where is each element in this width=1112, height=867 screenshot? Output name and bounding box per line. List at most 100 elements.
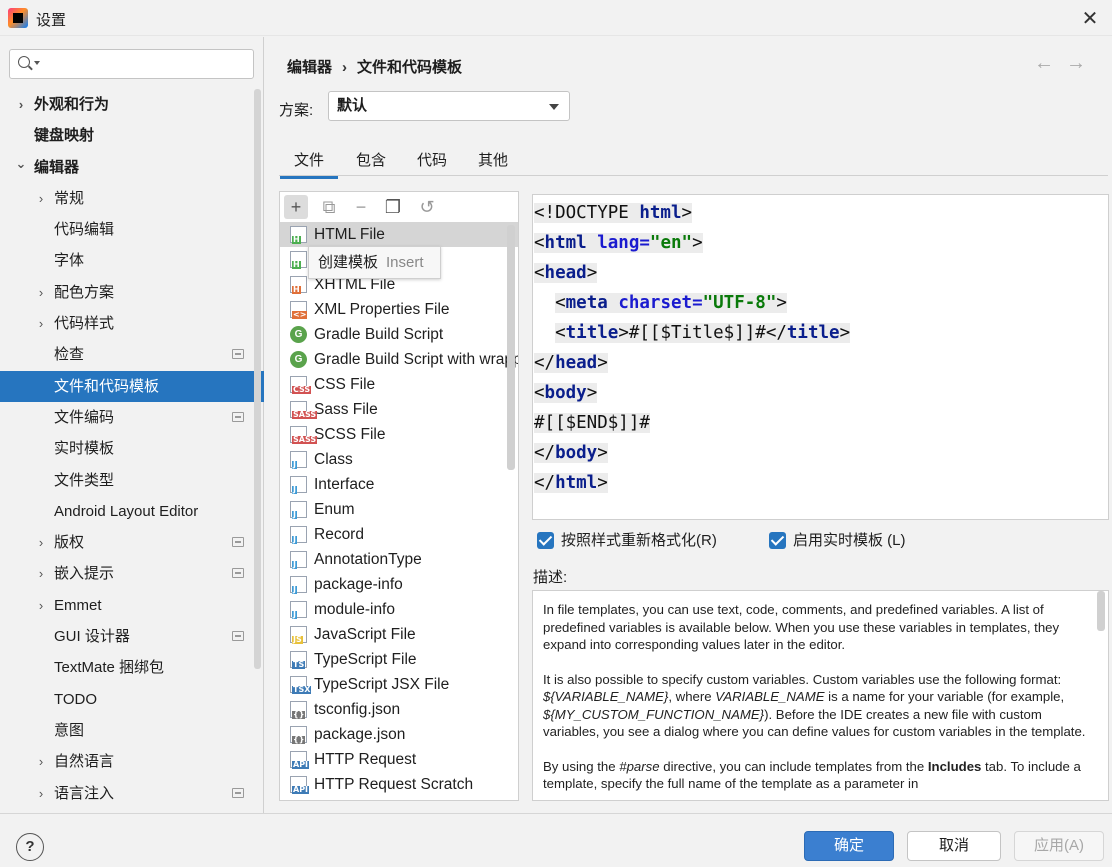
sidebar-item[interactable]: 代码编辑 xyxy=(0,214,264,245)
template-list-item[interactable]: API HTTP Request Scratch xyxy=(280,772,518,797)
sidebar-item[interactable]: 文件类型 xyxy=(0,465,264,496)
sidebar-item[interactable]: 字体 xyxy=(0,245,264,276)
template-list-item[interactable]: {} package.json xyxy=(280,722,518,747)
file-type-icon: H xyxy=(290,226,307,244)
code-token: < xyxy=(555,323,566,343)
template-list-item[interactable]: <> XML Properties File xyxy=(280,297,518,322)
add-template-button[interactable]: + xyxy=(284,195,308,219)
back-arrow-icon[interactable]: ← xyxy=(1034,52,1066,74)
checkbox-checked-icon[interactable] xyxy=(769,532,786,549)
tab-other[interactable]: 其他 xyxy=(478,149,508,170)
template-list-item[interactable]: G Gradle Build Script xyxy=(280,322,518,347)
sidebar-item[interactable]: › 常规 xyxy=(0,183,264,214)
sidebar-item[interactable]: TODO xyxy=(0,684,264,715)
project-scope-icon xyxy=(232,568,244,579)
code-token: </ xyxy=(534,353,556,373)
code-token: >#[[$Title$]]#</ xyxy=(618,323,787,343)
sidebar-item[interactable]: › 语言注入 xyxy=(0,778,264,809)
search-input[interactable] xyxy=(9,49,254,79)
chevron-right-icon[interactable]: › xyxy=(34,558,48,589)
reformat-checkbox[interactable]: 按照样式重新格式化(R) xyxy=(533,531,717,551)
project-scope-icon xyxy=(232,631,244,642)
sidebar-item[interactable]: › 配色方案 xyxy=(0,277,264,308)
copy-template-button[interactable]: ❐ xyxy=(381,195,405,219)
template-list-item[interactable]: J AnnotationType xyxy=(280,547,518,572)
template-list-item[interactable]: Jpackage-info xyxy=(280,572,518,597)
sidebar-item-label: 键盘映射 xyxy=(34,127,95,145)
template-name: TypeScript File xyxy=(314,651,417,668)
chevron-right-icon[interactable]: › xyxy=(34,277,48,308)
code-line: <meta charset="UTF-8"> xyxy=(533,288,1108,318)
template-list-scrollbar[interactable] xyxy=(507,225,515,470)
template-name: module-info xyxy=(314,601,395,618)
template-list-item[interactable]: Jmodule-info xyxy=(280,597,518,622)
sidebar-item[interactable]: 文件和代码模板 xyxy=(0,370,264,402)
sidebar-item[interactable]: › 版权 xyxy=(0,527,264,558)
forward-arrow-icon[interactable]: → xyxy=(1066,52,1098,74)
chevron-right-icon[interactable]: › xyxy=(34,183,48,214)
sidebar-item-label: 语言注入 xyxy=(54,784,115,802)
sidebar-item[interactable]: 检查 xyxy=(0,339,264,370)
chevron-right-icon[interactable]: › xyxy=(34,308,48,339)
breadcrumb-parent[interactable]: 编辑器 xyxy=(287,59,332,76)
cancel-button[interactable]: 取消 xyxy=(907,831,1001,861)
remove-template-button[interactable]: − xyxy=(349,195,373,219)
chevron-right-icon[interactable]: › xyxy=(34,527,48,558)
file-type-icon: J xyxy=(290,601,307,619)
sidebar-item[interactable]: 键盘映射 xyxy=(0,120,264,151)
live-templates-checkbox[interactable]: 启用实时模板 (L) xyxy=(765,531,906,551)
chevron-right-icon[interactable]: › xyxy=(34,778,48,809)
chevron-down-icon[interactable]: ⌄ xyxy=(14,148,28,179)
template-list-item[interactable]: J Record xyxy=(280,522,518,547)
code-token: > xyxy=(597,443,608,463)
tab-includes[interactable]: 包含 xyxy=(356,149,386,170)
chevron-right-icon[interactable]: › xyxy=(34,746,48,777)
sidebar-item[interactable]: 意图 xyxy=(0,715,264,746)
tab-files[interactable]: 文件 xyxy=(279,149,339,179)
code-line: #[[$END$]]# xyxy=(533,408,1108,438)
file-type-icon: J xyxy=(290,551,307,569)
chevron-right-icon[interactable]: › xyxy=(14,89,28,120)
template-code-editor[interactable]: <!DOCTYPE html> <html lang="en"> <head> <m… xyxy=(532,194,1109,520)
close-icon[interactable]: ✕ xyxy=(1078,6,1102,31)
template-list-item[interactable]: {} tsconfig.json xyxy=(280,697,518,722)
sidebar-scrollbar[interactable] xyxy=(254,89,261,669)
template-list-item[interactable]: SASS Sass File xyxy=(280,397,518,422)
sidebar-item[interactable]: GUI 设计器 xyxy=(0,621,264,652)
template-list-item[interactable]: CSS CSS File xyxy=(280,372,518,397)
sidebar-item[interactable]: 文件编码 xyxy=(0,402,264,433)
checkbox-checked-icon[interactable] xyxy=(537,532,554,549)
template-list-item[interactable]: TS TypeScript File xyxy=(280,647,518,672)
template-list-item[interactable]: TSX TypeScript JSX File xyxy=(280,672,518,697)
scheme-label: 方案: xyxy=(279,102,314,119)
scheme-dropdown[interactable]: 默认 xyxy=(328,91,570,121)
apply-button[interactable]: 应用(A) xyxy=(1014,831,1104,861)
sidebar-item[interactable]: › 自然语言 xyxy=(0,746,264,777)
tab-code[interactable]: 代码 xyxy=(417,149,447,170)
sidebar-item[interactable]: 实时模板 xyxy=(0,433,264,464)
template-list-item[interactable]: JS JavaScript File xyxy=(280,622,518,647)
template-list-item[interactable]: API HTTP Request xyxy=(280,747,518,772)
ok-button[interactable]: 确定 xyxy=(804,831,894,861)
template-list-item[interactable]: H HTML File xyxy=(280,222,518,247)
sidebar-item-label: 编辑器 xyxy=(34,158,80,176)
sidebar-item[interactable]: › 代码样式 xyxy=(0,308,264,339)
sidebar-item[interactable]: ⌄ 编辑器 xyxy=(0,152,264,183)
description-scrollbar[interactable] xyxy=(1097,591,1105,631)
template-list-item[interactable]: J Interface xyxy=(280,472,518,497)
template-list-item[interactable]: J Class xyxy=(280,447,518,472)
help-icon[interactable]: ? xyxy=(16,833,44,861)
sidebar-item[interactable]: › 嵌入提示 xyxy=(0,558,264,589)
template-list-item[interactable]: J Enum xyxy=(280,497,518,522)
chevron-right-icon[interactable]: › xyxy=(34,590,48,621)
sidebar-item[interactable]: › Emmet xyxy=(0,590,264,621)
template-list-item[interactable]: SASS SCSS File xyxy=(280,422,518,447)
template-list-item[interactable]: G Gradle Build Script with wrapper xyxy=(280,347,518,372)
sidebar-item[interactable]: › 外观和行为 xyxy=(0,89,264,120)
create-child-template-icon[interactable]: ⧉ xyxy=(317,195,341,219)
search-options-caret-icon[interactable] xyxy=(34,61,40,65)
window-title: 设置 xyxy=(36,12,67,29)
reset-template-button[interactable]: ↺ xyxy=(415,195,439,219)
sidebar-item[interactable]: TextMate 捆绑包 xyxy=(0,652,264,683)
sidebar-item[interactable]: Android Layout Editor xyxy=(0,496,264,527)
